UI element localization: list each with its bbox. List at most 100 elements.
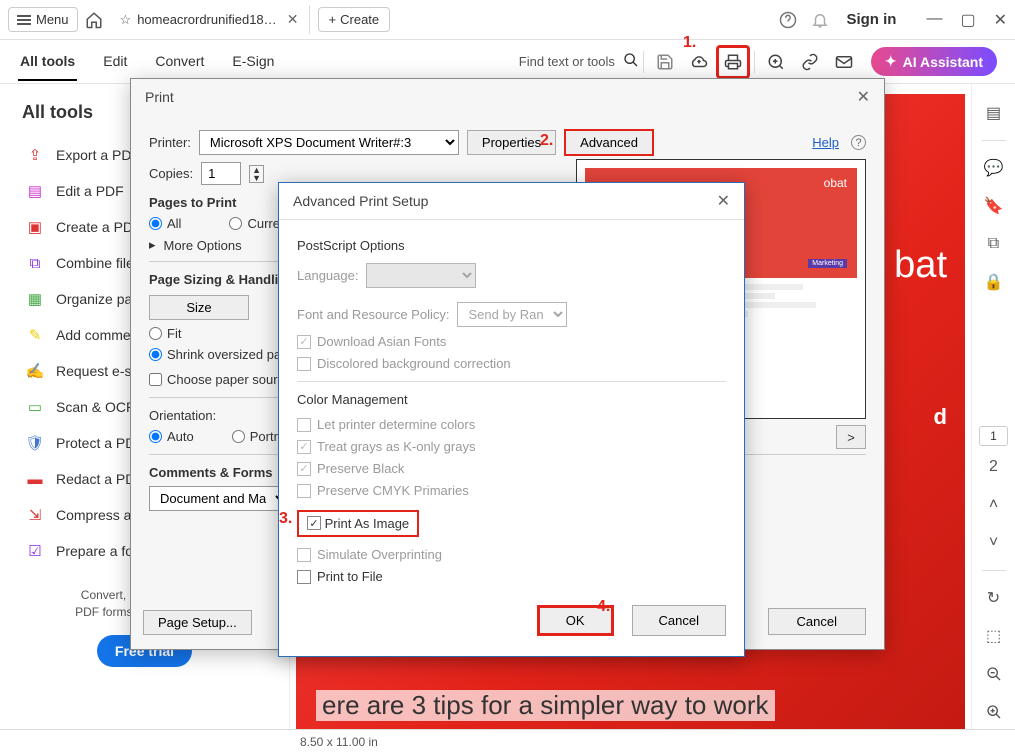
print-button[interactable] <box>716 45 750 79</box>
callout-3: 3. <box>279 510 292 528</box>
organize-icon: ▦ <box>26 290 44 308</box>
adv-cancel-button[interactable]: Cancel <box>632 605 726 636</box>
zoom-out-icon[interactable] <box>977 657 1011 691</box>
close-window-button[interactable]: ✕ <box>994 10 1007 30</box>
close-tab-icon[interactable]: ✕ <box>287 11 299 28</box>
page-current[interactable]: 1 <box>979 426 1008 446</box>
panel-icon[interactable]: ▤ <box>977 96 1011 130</box>
radio-all[interactable]: All <box>149 216 181 231</box>
window-controls: — ▢ ✕ <box>926 10 1007 30</box>
pages-icon[interactable]: ⧉ <box>977 227 1011 261</box>
printer-label: Printer: <box>149 135 191 150</box>
tab-edit[interactable]: Edit <box>101 43 129 81</box>
scan-icon: ▭ <box>26 398 44 416</box>
ai-assistant-button[interactable]: ✦ AI Assistant <box>871 47 997 76</box>
promo-text: ere are 3 tips for a simpler way to work <box>316 690 775 721</box>
maximize-button[interactable]: ▢ <box>960 10 975 30</box>
redact-icon: ▬ <box>26 470 44 488</box>
document-tab[interactable]: ☆ homeacrordrunified18_2... ✕ <box>110 5 310 34</box>
font-policy-select: Send by Range <box>457 302 567 327</box>
help-icon[interactable] <box>772 4 804 36</box>
radio-auto[interactable]: Auto <box>149 429 194 444</box>
zoom-in-icon[interactable] <box>977 695 1011 729</box>
toolbar-tabs: All tools Edit Convert E-Sign <box>18 43 276 81</box>
promo-bat: bat <box>894 244 947 287</box>
check-preserve-black: ✓Preserve Black <box>297 461 726 476</box>
add-page-icon[interactable] <box>759 45 793 79</box>
advanced-button[interactable]: Advanced <box>564 129 654 156</box>
sign-in-link[interactable]: Sign in <box>846 11 896 28</box>
print-title: Print <box>145 89 174 105</box>
comments-select[interactable]: Document and Markups <box>149 486 289 511</box>
check-asian-fonts: ✓Download Asian Fonts <box>297 334 726 349</box>
spinner-icon[interactable]: ▲▼ <box>249 165 264 183</box>
marquee-icon[interactable]: ⬚ <box>977 619 1011 653</box>
form-icon: ☑ <box>26 542 44 560</box>
edit-icon: ▤ <box>26 182 44 200</box>
check-discolored: Discolored background correction <box>297 356 726 371</box>
ai-label: AI Assistant <box>903 54 983 70</box>
mail-icon[interactable] <box>827 45 861 79</box>
tab-esign[interactable]: E-Sign <box>230 43 276 81</box>
advanced-print-dialog: Advanced Print Setup ✕ PostScript Option… <box>278 182 745 657</box>
nav-up-icon[interactable]: ˄ <box>977 488 1011 522</box>
help-q-icon: ? <box>851 135 866 150</box>
create-pdf-icon: ▣ <box>26 218 44 236</box>
export-icon: ⇪ <box>26 146 44 164</box>
check-print-as-image[interactable]: ✓ Print As Image <box>297 510 419 537</box>
bell-icon[interactable] <box>804 4 836 36</box>
link-icon[interactable] <box>793 45 827 79</box>
page-setup-button[interactable]: Page Setup... <box>143 610 252 635</box>
nav-down-icon[interactable]: ˅ <box>977 526 1011 560</box>
adv-close-icon[interactable]: ✕ <box>717 191 730 211</box>
page-size: 8.50 x 11.00 in <box>300 735 378 749</box>
star-icon: ☆ <box>120 12 132 28</box>
check-let-printer: Let printer determine colors <box>297 417 726 432</box>
chat-icon[interactable]: 💬 <box>977 151 1011 185</box>
create-label: Create <box>340 12 379 27</box>
search-icon <box>623 52 639 71</box>
hamburger-icon <box>17 15 31 25</box>
print-close-icon[interactable]: ✕ <box>857 87 870 107</box>
promo-d: d <box>934 404 947 430</box>
minimize-button[interactable]: — <box>926 10 942 30</box>
color-mgmt-title: Color Management <box>297 392 726 407</box>
menu-button[interactable]: Menu <box>8 7 78 32</box>
preview-next-button[interactable]: > <box>836 425 866 449</box>
titlebar: Menu ☆ homeacrordrunified18_2... ✕ + Cre… <box>0 0 1015 40</box>
plus-icon: + <box>329 12 337 27</box>
sign-icon: ✍ <box>26 362 44 380</box>
home-icon[interactable] <box>78 4 110 36</box>
comment-icon: ✎ <box>26 326 44 344</box>
sparkle-icon: ✦ <box>885 53 897 70</box>
callout-4: 4. <box>597 598 610 616</box>
check-preserve-cmyk: Preserve CMYK Primaries <box>297 483 726 498</box>
tab-convert[interactable]: Convert <box>153 43 206 81</box>
print-cancel-button[interactable]: Cancel <box>768 608 866 635</box>
ps-options-title: PostScript Options <box>297 238 726 253</box>
size-button[interactable]: Size <box>149 295 249 320</box>
lock-icon[interactable]: 🔒 <box>977 265 1011 299</box>
copies-input[interactable] <box>201 162 241 185</box>
help-link[interactable]: Help <box>812 135 839 150</box>
language-select <box>366 263 476 288</box>
tab-all-tools[interactable]: All tools <box>18 43 77 81</box>
adv-title: Advanced Print Setup <box>293 193 428 209</box>
create-button[interactable]: + Create <box>318 7 391 32</box>
status-bar: 8.50 x 11.00 in <box>0 729 1015 753</box>
callout-2: 2. <box>540 132 553 150</box>
bookmark-icon[interactable]: 🔖 <box>977 189 1011 223</box>
save-icon[interactable] <box>648 45 682 79</box>
copies-label: Copies: <box>149 166 193 181</box>
language-label: Language: <box>297 268 358 283</box>
tab-title: homeacrordrunified18_2... <box>137 12 281 27</box>
callout-1: 1. <box>683 34 696 52</box>
printer-select[interactable]: Microsoft XPS Document Writer#:3 <box>199 130 459 155</box>
find-text[interactable]: Find text or tools <box>519 52 639 71</box>
rotate-icon[interactable]: ↻ <box>977 581 1011 615</box>
menu-label: Menu <box>36 12 69 27</box>
font-policy-label: Font and Resource Policy: <box>297 307 449 322</box>
check-print-to-file[interactable]: Print to File <box>297 569 726 584</box>
right-rail: ▤ 💬 🔖 ⧉ 🔒 1 2 ˄ ˅ ↻ ⬚ <box>971 84 1015 729</box>
page-2[interactable]: 2 <box>977 450 1011 484</box>
